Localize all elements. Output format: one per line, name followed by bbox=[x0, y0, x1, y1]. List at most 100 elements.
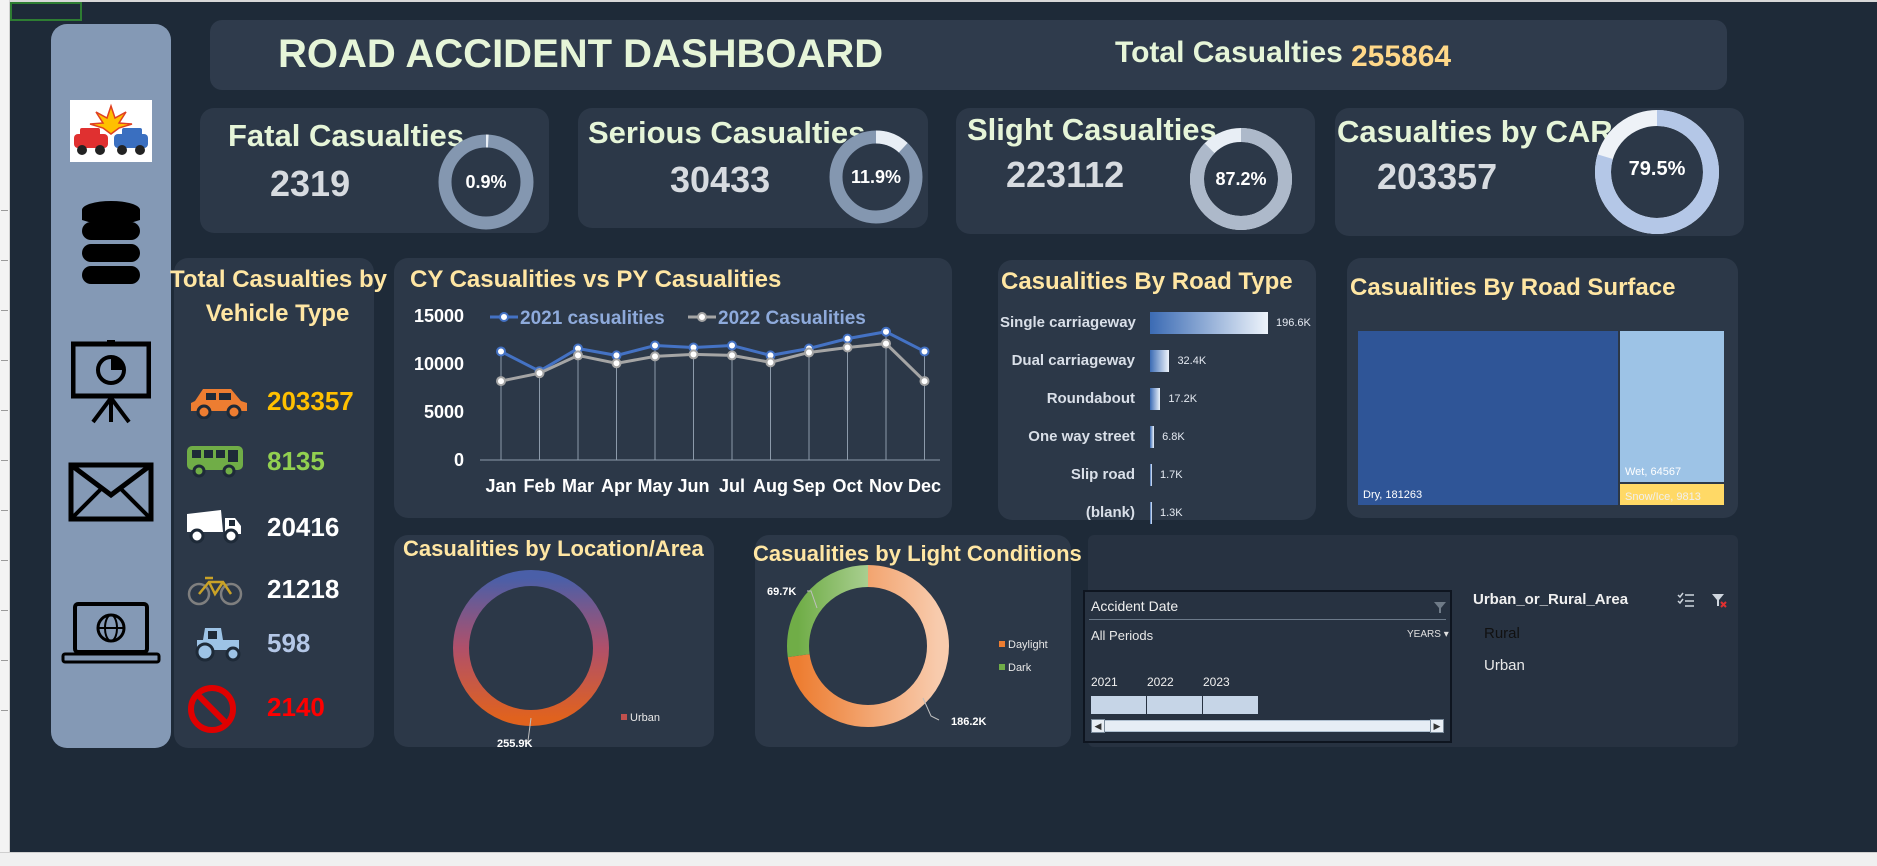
timeline-scrollbar[interactable] bbox=[1091, 720, 1444, 732]
bar[interactable] bbox=[1150, 464, 1152, 486]
row-tick bbox=[1, 610, 8, 611]
vehicle-row-bicycle[interactable]: 21218 bbox=[185, 568, 365, 612]
line-chart[interactable]: 2021 casualities 2022 Casualities 15000 … bbox=[394, 290, 952, 510]
multi-select-icon[interactable] bbox=[1677, 592, 1695, 608]
vehicle-row-car[interactable]: 203357 bbox=[185, 380, 365, 424]
kpi-ring-chart: 87.2% bbox=[1189, 127, 1293, 231]
row-tick bbox=[1, 510, 8, 511]
bicycle-icon bbox=[187, 576, 243, 606]
treemap-label: Dry, 181263 bbox=[1363, 489, 1423, 501]
kpi-ring-chart: 79.5% bbox=[1594, 109, 1720, 235]
y-tick: 10000 bbox=[414, 354, 464, 374]
legend-swatch bbox=[999, 641, 1005, 647]
bar-row[interactable]: (blank) 1.3K bbox=[1000, 500, 1310, 530]
slicer-title: Accident Date bbox=[1091, 598, 1179, 614]
location-area-donut[interactable]: 255.9K Urban bbox=[394, 560, 714, 750]
bar[interactable] bbox=[1150, 502, 1152, 524]
y-tick: 5000 bbox=[424, 402, 464, 422]
data-label: 186.2K bbox=[951, 716, 987, 728]
row-header-strip bbox=[0, 0, 10, 865]
bar-row[interactable]: Single carriageway 196.6K bbox=[1000, 310, 1311, 340]
drop-lines bbox=[500, 331, 925, 460]
light-conditions-donut[interactable]: 186.2K 69.7K Daylight Dark bbox=[755, 560, 1071, 750]
bar-row[interactable]: Dual carriageway 32.4K bbox=[1000, 348, 1310, 378]
clear-filter-icon[interactable] bbox=[1711, 592, 1727, 608]
slicer-item-rural[interactable]: Rural bbox=[1484, 625, 1520, 642]
series-marker bbox=[842, 333, 853, 344]
bar[interactable] bbox=[1150, 388, 1161, 410]
x-tick-labels: Jan Feb Mar Apr May Jun Jul Aug Sep Oct Nov Dec bbox=[485, 476, 941, 496]
bar-row[interactable]: Slip road 1.7K bbox=[1000, 462, 1310, 492]
mail-icon[interactable] bbox=[51, 462, 171, 522]
legend-label: Daylight bbox=[1008, 639, 1048, 651]
y-tick: 0 bbox=[454, 450, 464, 470]
vehicle-row-other[interactable]: 2140 bbox=[185, 685, 365, 733]
row-tick bbox=[1, 560, 8, 561]
series-marker bbox=[611, 350, 622, 361]
treemap-label: Snow/Ice, 9813 bbox=[1625, 491, 1701, 503]
timeline-year-bar[interactable] bbox=[1147, 696, 1202, 714]
total-casualties-value: 255864 bbox=[1351, 40, 1452, 73]
series-marker bbox=[727, 340, 737, 351]
vehicle-row-truck[interactable]: 20416 bbox=[185, 506, 365, 550]
bar[interactable] bbox=[1150, 350, 1170, 372]
slicer-item-urban[interactable]: Urban bbox=[1484, 657, 1525, 674]
bus-icon bbox=[187, 446, 243, 478]
scroll-left-icon[interactable]: ◀ bbox=[1091, 719, 1105, 733]
chevron-down-icon: ▾ bbox=[1443, 629, 1449, 640]
accident-date-timeline-slicer[interactable]: Accident Date All Periods YEARS ▾ 2021 2… bbox=[1083, 590, 1452, 743]
treemap-tile-wet[interactable]: Wet, 64567 bbox=[1620, 331, 1724, 482]
vehicle-row-bus[interactable]: 8135 bbox=[185, 440, 365, 484]
series-marker bbox=[881, 338, 891, 349]
laptop-globe-icon[interactable] bbox=[51, 602, 171, 664]
vehicle-section-title-line1: Total Casualties by bbox=[170, 266, 387, 293]
kpi-card-serious[interactable]: Serious Casualties 30433 11.9% bbox=[578, 108, 928, 228]
series-marker bbox=[881, 326, 891, 337]
database-icon[interactable] bbox=[51, 200, 171, 286]
row-tick bbox=[1, 360, 8, 361]
presentation-icon[interactable] bbox=[51, 340, 171, 424]
clear-filter-icon[interactable] bbox=[1433, 600, 1447, 614]
legend-label: Urban bbox=[630, 712, 660, 724]
x-tick-label: May bbox=[637, 476, 672, 496]
series-line-1 bbox=[500, 342, 926, 383]
road-surface-title: Casualities By Road Surface bbox=[1350, 274, 1676, 301]
legend-label-2021: 2021 casualities bbox=[520, 308, 665, 329]
treemap-tile-dry[interactable]: Dry, 181263 bbox=[1358, 331, 1618, 505]
kpi-ring-chart: 0.9% bbox=[437, 133, 535, 231]
timeline-year-bar[interactable] bbox=[1203, 696, 1258, 714]
x-tick-label: Aug bbox=[753, 476, 788, 496]
row-tick bbox=[1, 460, 8, 461]
donut-slice-urban bbox=[453, 570, 609, 726]
series-marker bbox=[573, 350, 583, 361]
vehicle-value: 8135 bbox=[267, 446, 325, 476]
legend-marker-2021 bbox=[499, 312, 509, 322]
bar-row[interactable]: One way street 6.8K bbox=[1000, 424, 1310, 454]
series-marker bbox=[727, 350, 737, 361]
series-marker bbox=[496, 376, 506, 387]
series-marker bbox=[534, 368, 545, 379]
kpi-percent: 87.2% bbox=[1215, 168, 1267, 189]
bar-row[interactable]: Roundabout 17.2K bbox=[1000, 386, 1310, 416]
x-tick-label: Mar bbox=[562, 476, 594, 496]
kpi-card-fatal[interactable]: Fatal Casualties 2319 0.9% bbox=[200, 108, 549, 233]
car-crash-icon[interactable] bbox=[51, 100, 171, 162]
timeline-year-bar[interactable] bbox=[1091, 696, 1146, 714]
bar[interactable] bbox=[1150, 426, 1155, 448]
series-marker bbox=[919, 376, 930, 387]
kpi-card-car[interactable]: Casualties by CAR 203357 79.5% bbox=[1335, 108, 1744, 236]
treemap-tile-snow[interactable]: Snow/Ice, 9813 bbox=[1620, 484, 1724, 505]
bar-value-label: 6.8K bbox=[1162, 431, 1185, 443]
vehicle-row-tractor[interactable]: 598 bbox=[185, 622, 365, 666]
sheet-tabs-bar[interactable] bbox=[0, 852, 1877, 866]
timeline-level-dropdown[interactable]: YEARS ▾ bbox=[1407, 629, 1449, 640]
kpi-card-slight[interactable]: Slight Casualties 223112 87.2% bbox=[956, 108, 1315, 234]
scroll-right-icon[interactable]: ▶ bbox=[1430, 719, 1444, 733]
vehicle-section-title-line2: Vehicle Type bbox=[205, 300, 350, 327]
selected-cell[interactable] bbox=[10, 2, 82, 21]
data-label: 69.7K bbox=[767, 586, 796, 598]
bar[interactable] bbox=[1150, 312, 1268, 334]
page-title: ROAD ACCIDENT DASHBOARD bbox=[278, 32, 884, 76]
x-tick-label: Nov bbox=[869, 476, 903, 496]
bar-value-label: 1.7K bbox=[1160, 469, 1183, 481]
